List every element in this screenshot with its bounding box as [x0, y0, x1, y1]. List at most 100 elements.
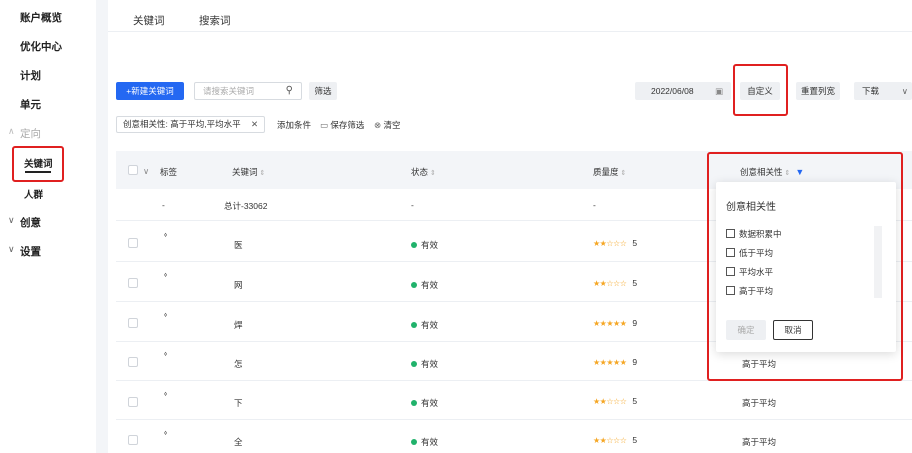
status-cell: 有效 [411, 319, 438, 331]
sidebar-item-label: 账户概览 [20, 12, 62, 24]
clear-link[interactable]: ⊗ 清空 [374, 119, 401, 131]
quality-cell: ★★☆☆☆ 5 [593, 435, 637, 445]
sidebar-item-label: 创意 [20, 217, 41, 229]
confirm-button[interactable]: 确定 [726, 320, 766, 340]
download-label: 下载 [862, 86, 880, 96]
row-divider [116, 419, 912, 420]
select-all-checkbox[interactable] [128, 165, 138, 175]
sidebar-item-label: 设置 [20, 246, 41, 258]
status-dot [411, 439, 417, 445]
keyword-cell[interactable]: 焊 [234, 319, 243, 331]
chevron-down-icon: ∨ [8, 215, 15, 225]
row-checkbox[interactable] [128, 318, 138, 328]
search-icon: ⚲ [285, 85, 293, 96]
keyword-cell[interactable]: 全 [234, 436, 243, 448]
save-filter-link[interactable]: ▭ 保存筛选 [320, 119, 364, 131]
status-dot [411, 282, 417, 288]
reset-columns-button[interactable]: 重置列宽 [796, 82, 840, 100]
row-checkbox[interactable] [128, 435, 138, 445]
column-header-keyword[interactable]: 关键词 ⇕ [232, 166, 265, 178]
total-tag: - [162, 200, 165, 210]
filter-option-label: 数据积累中 [739, 229, 782, 239]
column-header-label: 质量度 [593, 167, 619, 177]
checkbox[interactable] [726, 267, 735, 276]
status-dot [411, 242, 417, 248]
tab-search-terms[interactable]: 搜索词 [199, 13, 231, 28]
checkbox[interactable] [726, 248, 735, 257]
star-rating: ★★★★★ [593, 358, 627, 367]
column-header-quality[interactable]: 质量度 ⇕ [593, 166, 626, 178]
popover-scrollbar[interactable] [874, 226, 882, 298]
filter-option-accumulating[interactable]: 数据积累中 [726, 228, 782, 240]
sidebar: 账户概览 优化中心 计划 单元 ∧ 定向 关键词 人群 ∨ 创意 ∨ 设置 [0, 0, 96, 453]
quality-cell: ★★★★★ 9 [593, 318, 637, 328]
filter-option-above-average[interactable]: 高于平均 [726, 285, 773, 297]
search-input[interactable]: 请搜索关键词 ⚲ [194, 82, 302, 100]
column-header-status[interactable]: 状态 ⇕ [411, 166, 436, 178]
date-picker[interactable]: 2022/06/08 ▣ [635, 82, 731, 100]
row-checkbox[interactable] [128, 278, 138, 288]
filter-button[interactable]: 筛选 [309, 82, 337, 100]
quality-cell: ★★★★★ 9 [593, 357, 637, 367]
column-header-label: 关键词 [232, 167, 258, 177]
keyword-cell[interactable]: 下 [234, 397, 243, 409]
filter-option-label: 高于平均 [739, 286, 774, 296]
keyword-cell[interactable]: 网 [234, 279, 243, 291]
filter-option-label: 平均水平 [739, 267, 774, 277]
save-icon: ▭ [320, 120, 329, 130]
tag-icon[interactable]: ⬫ [164, 269, 167, 282]
filter-chip[interactable]: 创意相关性: 高于平均,平均水平 ✕ [116, 116, 266, 133]
keyword-cell[interactable]: 医 [234, 239, 243, 251]
search-placeholder: 请搜索关键词 [203, 86, 255, 96]
quality-cell: ★★☆☆☆ 5 [593, 396, 637, 406]
close-icon[interactable]: ✕ [251, 119, 258, 129]
status-dot [411, 322, 417, 328]
row-checkbox[interactable] [128, 397, 138, 407]
status-cell: 有效 [411, 239, 438, 251]
new-keyword-button[interactable]: +新建关键词 [116, 82, 184, 100]
status-dot [411, 400, 417, 406]
save-filter-label: 保存筛选 [330, 120, 365, 130]
add-condition-link[interactable]: 添加条件 [277, 119, 311, 131]
download-dropdown[interactable]: 下载 ∨ [854, 82, 912, 100]
sidebar-item-label: 单元 [20, 99, 41, 111]
status-cell: 有效 [411, 279, 438, 291]
status-label: 有效 [421, 320, 439, 330]
status-label: 有效 [421, 359, 439, 369]
tag-icon[interactable]: ⬫ [164, 229, 167, 242]
quality-cell: ★★☆☆☆ 5 [593, 238, 637, 248]
status-cell: 有效 [411, 436, 438, 448]
chevron-down-icon[interactable]: ∨ [143, 166, 149, 177]
quality-value: 9 [632, 357, 638, 367]
quality-value: 5 [632, 396, 638, 406]
quality-value: 5 [632, 238, 638, 248]
filter-option-average[interactable]: 平均水平 [726, 266, 773, 278]
total-status: - [411, 200, 414, 210]
tag-icon[interactable]: ⬫ [164, 348, 167, 361]
checkbox[interactable] [726, 229, 735, 238]
row-checkbox[interactable] [128, 238, 138, 248]
highlight-box-sidebar [12, 146, 64, 182]
star-rating: ★★★★★ [593, 319, 627, 328]
status-label: 有效 [421, 398, 439, 408]
tab-divider [108, 31, 912, 32]
quality-value: 9 [632, 318, 638, 328]
filter-option-below-average[interactable]: 低于平均 [726, 247, 773, 259]
tag-icon[interactable]: ⬫ [164, 309, 167, 322]
star-rating: ★★☆☆☆ [593, 436, 627, 445]
calendar-icon: ▣ [714, 85, 723, 96]
highlight-box-custom [733, 64, 788, 116]
quality-cell: ★★☆☆☆ 5 [593, 278, 637, 288]
keyword-cell[interactable]: 怎 [234, 358, 243, 370]
tag-icon[interactable]: ⬫ [164, 388, 167, 401]
star-rating: ★★☆☆☆ [593, 279, 627, 288]
status-cell: 有效 [411, 358, 438, 370]
cancel-button[interactable]: 取消 [773, 320, 813, 340]
tab-keywords[interactable]: 关键词 [133, 13, 165, 28]
date-value: 2022/06/08 [651, 86, 694, 96]
row-checkbox[interactable] [128, 357, 138, 367]
checkbox[interactable] [726, 286, 735, 295]
column-header-label: 状态 [411, 167, 429, 177]
sort-icon: ⇕ [620, 170, 627, 177]
tag-icon[interactable]: ⬫ [164, 427, 167, 440]
